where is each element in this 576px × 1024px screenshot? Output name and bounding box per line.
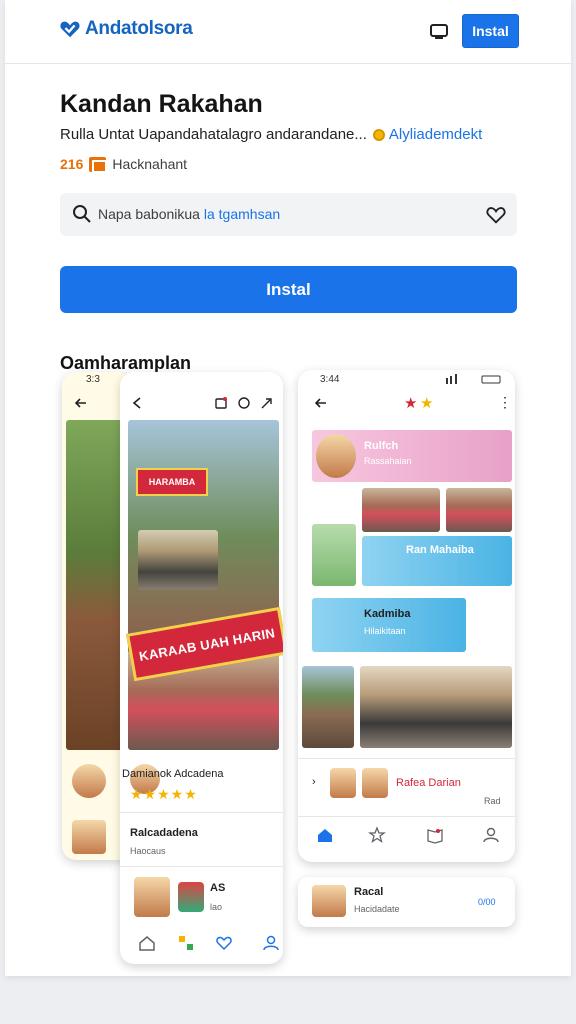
motorbike-photo[interactable]	[360, 666, 512, 748]
screenshots-title: Oamharamplan	[60, 353, 192, 373]
chevron-right-icon[interactable]: ›	[312, 776, 316, 788]
card1-sub: Rassahaian	[364, 456, 412, 466]
page-frame: Andatolsora Instal Kandan Rakahan Rulla …	[5, 0, 571, 976]
bottom-side: 0/00	[478, 897, 496, 907]
app-subtitle: Rulla Untat Uapandahatalagro andarandane…	[60, 126, 482, 143]
gallery-photo[interactable]	[362, 488, 440, 532]
status-time: 3:3	[86, 374, 100, 385]
status-time: 3:44	[320, 374, 340, 385]
star-icon[interactable]	[368, 826, 386, 844]
divider	[298, 758, 515, 759]
avatar	[312, 885, 346, 917]
brand-logo[interactable]: Andatolsora	[59, 18, 193, 40]
rating-stars: ★★★★★	[130, 786, 198, 802]
divider	[120, 812, 283, 813]
developer-badge-icon	[372, 128, 385, 141]
developer-link[interactable]: Alyliademdekt	[389, 126, 482, 143]
bottom-sub: Hacidadate	[354, 904, 400, 914]
screen-share-icon[interactable]	[429, 21, 449, 41]
small-banner: HARAMBA	[136, 468, 208, 496]
location-icon	[238, 397, 250, 409]
star-logo-icon: ★	[420, 395, 434, 412]
book-icon[interactable]	[426, 826, 444, 844]
heart-icon[interactable]	[485, 204, 507, 226]
card3-title: Kadmiba	[364, 608, 411, 620]
gallery-photo[interactable]	[446, 488, 512, 532]
top-app-bar: Andatolsora Instal	[5, 0, 571, 64]
market-photo: HARAMBA	[128, 420, 279, 750]
back-arrow-icon	[314, 398, 326, 408]
item2-title: Ralcadadena	[130, 827, 198, 839]
search-highlight: la tgamhsan	[203, 206, 281, 222]
cart-icon	[215, 397, 227, 409]
brand-name: Andatolsora	[85, 18, 193, 39]
screenshot-phone-middle[interactable]: HARAMBA KARAAB UAH HARIN Damianok Adcade…	[120, 372, 283, 964]
avatar	[362, 768, 388, 798]
avatar	[330, 768, 356, 798]
search-query: Napa babonikua	[98, 206, 200, 222]
more-icon[interactable]: ⋮	[498, 394, 512, 411]
item3-title: AS	[210, 882, 226, 894]
app-title: Kandan Rakahan	[60, 90, 263, 118]
app-subtitle-text: Rulla Untat Uapandahatalagro andarandane…	[60, 126, 367, 143]
motorbike-photo	[138, 530, 218, 590]
avatar	[134, 877, 170, 917]
card1-title: Rulfch	[364, 440, 399, 452]
home-icon[interactable]	[316, 826, 334, 844]
bottom-title: Racal	[354, 886, 384, 898]
card3-sub: Hilaikitaan	[364, 626, 406, 636]
app-stats: 216 Hacknahant	[60, 156, 188, 173]
item1-title: Damianok Adcadena	[122, 768, 224, 780]
share-icon	[261, 398, 272, 409]
promo-card-pink[interactable]: Rulfch Rassahaian	[312, 430, 512, 482]
gallery-photo[interactable]	[302, 666, 354, 748]
profile-icon[interactable]	[262, 934, 280, 952]
screenshot-bottom-card[interactable]: Racal Hacidadate 0/00	[298, 877, 515, 927]
row-side: Rad	[484, 796, 501, 806]
header-install-button[interactable]: Instal	[462, 14, 519, 48]
avatar	[72, 820, 106, 854]
card2-title: Ran Mahaiba	[406, 544, 474, 556]
install-button[interactable]: Instal	[60, 266, 517, 313]
search-bar[interactable]: Napa babonikua la tgamhsan	[60, 193, 517, 236]
promo-card-teal[interactable]: Kadmiba Hilaikitaan	[312, 598, 466, 652]
avatar	[178, 882, 204, 912]
item3-sub: lao	[210, 902, 223, 912]
heart-check-icon	[60, 21, 80, 38]
avatar	[316, 434, 356, 478]
home-icon[interactable]	[138, 934, 156, 952]
divider	[120, 866, 283, 867]
status-bar-icons	[446, 374, 501, 384]
heart-icon[interactable]	[215, 934, 233, 952]
row-title: Rafea Darian	[396, 777, 461, 789]
item2-sub: Haocaus	[130, 846, 166, 856]
promo-card-blue[interactable]: Ran Mahaiba	[362, 536, 512, 586]
divider	[298, 816, 515, 817]
screenshot-phone-right[interactable]: 3:44 ★ ★ ⋮ Rulfch Rassahaian Ran Mahaiba…	[298, 370, 515, 862]
back-arrow-icon	[132, 397, 141, 409]
stats-label: Hacknahant	[112, 156, 188, 172]
search-icon	[73, 205, 91, 223]
gallery-photo[interactable]	[312, 524, 356, 586]
back-arrow-icon	[74, 398, 86, 408]
apps-icon[interactable]	[177, 934, 195, 952]
avatar	[72, 764, 106, 798]
stats-count: 216	[60, 156, 84, 172]
star-logo-icon: ★	[404, 395, 418, 412]
search-text: Napa babonikua la tgamhsan	[98, 206, 280, 222]
rating-box-icon	[89, 156, 108, 173]
profile-icon[interactable]	[482, 826, 500, 844]
